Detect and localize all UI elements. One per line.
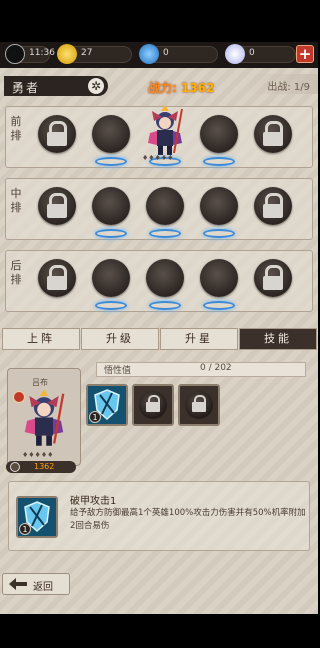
power-value: 1362	[181, 81, 215, 95]
hero-tabs: 上阵 升级 升星 技能	[0, 328, 318, 350]
front-row: 前排 ♦♦♦♦♦	[5, 105, 313, 168]
deploy-pad	[95, 229, 127, 238]
clock-icon	[5, 44, 25, 64]
locked-slot[interactable]	[254, 259, 292, 297]
tab-skills[interactable]: 技能	[239, 328, 317, 350]
skill-detail-icon: 1	[16, 496, 58, 538]
empty-slot[interactable]	[200, 115, 238, 153]
locked-slot[interactable]	[38, 187, 76, 225]
empty-slot[interactable]	[200, 187, 238, 225]
gold-display: 27	[57, 44, 132, 64]
hero-power-icon	[10, 462, 20, 472]
back-row: 后排	[5, 250, 313, 312]
locked-slot[interactable]	[38, 259, 76, 297]
clock-display: 11:36	[5, 44, 55, 64]
settings-icon[interactable]: ✲	[88, 78, 104, 94]
skill-slot-armor-break[interactable]: 1	[86, 384, 128, 426]
crystal-amount: 0	[249, 48, 255, 58]
top-letterbox	[0, 0, 318, 42]
lock-icon	[185, 391, 213, 419]
deploy-pad	[203, 157, 235, 166]
empty-slot[interactable]	[92, 187, 130, 225]
middle-row: 中排	[5, 178, 313, 240]
empty-slot[interactable]	[92, 115, 130, 153]
locked-slot[interactable]	[38, 115, 76, 153]
team-name: 勇者	[12, 81, 41, 95]
locked-slot[interactable]	[254, 115, 292, 153]
add-resource-button[interactable]: +	[296, 45, 314, 63]
team-power: 战力: 1362	[148, 79, 214, 96]
deploy-pad	[149, 229, 181, 238]
deploy-pad	[203, 301, 235, 310]
deploy-pad	[95, 301, 127, 310]
hero-stars: ♦♦♦♦♦	[22, 451, 54, 459]
tab-star-up[interactable]: 升星	[160, 328, 238, 350]
gem-icon	[139, 44, 159, 64]
gold-coin-icon	[57, 44, 77, 64]
lock-icon	[139, 391, 167, 419]
deploy-pad	[95, 157, 127, 166]
gold-amount: 27	[81, 48, 93, 58]
game-screen: 11:36 27 0 0 + 勇者 ✲ 战力: 1362 出战: 1/9 前排 …	[0, 0, 318, 648]
clock-time: 11:36	[29, 48, 55, 58]
skill-title: 破甲攻击1	[70, 496, 117, 507]
crystal-display: 0	[225, 44, 296, 64]
hero-star-rating: ♦♦♦♦♦	[142, 154, 174, 162]
crystal-icon	[225, 44, 245, 64]
deploy-pad	[149, 301, 181, 310]
empty-slot[interactable]	[92, 259, 130, 297]
skill-level-badge: 1	[19, 523, 31, 535]
hero-portrait	[24, 389, 65, 446]
team-name-tab[interactable]: 勇者 ✲	[4, 76, 108, 96]
back-button-label: 返回	[33, 582, 53, 593]
insight-label: 悟性值	[104, 366, 132, 376]
row-label: 前排	[10, 115, 22, 142]
bottom-letterbox	[0, 614, 318, 648]
tab-deploy[interactable]: 上阵	[2, 328, 80, 350]
skill-level-badge: 1	[89, 411, 101, 423]
skill-description: 给予敌方防御最高1个英雄100%攻击力伤害并有50%机率附加2回合易伤	[70, 508, 306, 531]
resource-bar: 11:36 27 0 0 +	[0, 42, 318, 68]
power-label: 战力:	[148, 81, 177, 95]
skill-slot-locked[interactable]	[132, 384, 174, 426]
hero-power-value: 1362	[34, 462, 55, 471]
gem-amount: 0	[163, 48, 169, 58]
hero-slot[interactable]	[146, 105, 184, 155]
hero-faction-icon	[13, 391, 25, 403]
empty-slot[interactable]	[200, 259, 238, 297]
skill-slot-locked[interactable]	[178, 384, 220, 426]
empty-slot[interactable]	[146, 187, 184, 225]
hero-power-ribbon: 1362	[6, 461, 76, 473]
deploy-count: 出战: 1/9	[267, 82, 310, 93]
row-label: 后排	[10, 259, 22, 286]
tab-upgrade[interactable]: 升级	[81, 328, 159, 350]
empty-slot[interactable]	[146, 259, 184, 297]
back-button[interactable]: 返回	[2, 573, 70, 595]
gem-display: 0	[139, 44, 218, 64]
insight-value: 0 / 202	[200, 363, 232, 373]
deploy-pad	[203, 229, 235, 238]
locked-slot[interactable]	[254, 187, 292, 225]
row-label: 中排	[10, 187, 22, 214]
back-arrow-icon	[9, 578, 27, 590]
